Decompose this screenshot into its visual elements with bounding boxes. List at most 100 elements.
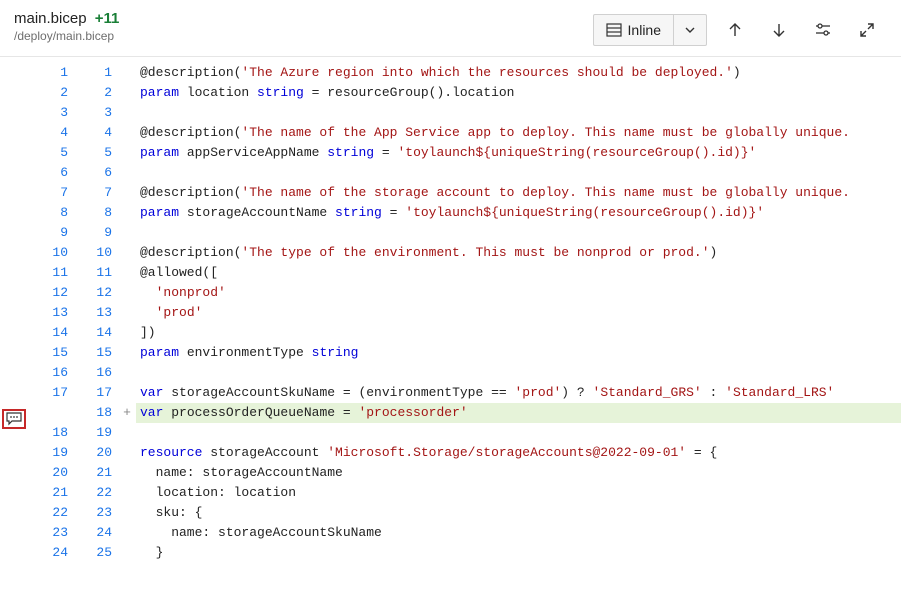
code-line[interactable]: param appServiceAppName string = 'toylau… (136, 143, 901, 163)
line-number-modified: 23 (74, 503, 112, 523)
comment-gutter-row[interactable] (0, 443, 30, 463)
comment-gutter-row[interactable] (0, 263, 30, 283)
token: string (312, 345, 359, 360)
line-number-original: 15 (30, 343, 68, 363)
change-marker (118, 463, 136, 483)
code-line[interactable]: name: storageAccountName (136, 463, 901, 483)
comment-gutter-row[interactable] (0, 203, 30, 223)
token: @description( (140, 65, 241, 80)
code-line[interactable]: 'prod' (136, 303, 901, 323)
token: 'The name of the storage account to depl… (241, 185, 850, 200)
code-line[interactable]: @description('The type of the environmen… (136, 243, 901, 263)
line-number-modified: 3 (74, 103, 112, 123)
added-count: +11 (95, 10, 120, 27)
line-number-modified: 20 (74, 443, 112, 463)
line-number-modified: 18 (74, 403, 112, 423)
token: 'processorder' (358, 405, 467, 420)
file-path: /deploy/main.bicep (14, 29, 593, 43)
line-number-original: 13 (30, 303, 68, 323)
comment-gutter-row[interactable] (0, 143, 30, 163)
code-line[interactable]: ]) (136, 323, 901, 343)
token: ) ? (561, 385, 592, 400)
comment-gutter-row[interactable] (0, 183, 30, 203)
token (140, 305, 156, 320)
code-line[interactable] (136, 423, 901, 443)
comment-gutter-row[interactable] (0, 383, 30, 403)
code-line[interactable]: resource storageAccount 'Microsoft.Stora… (136, 443, 901, 463)
code-line[interactable]: var storageAccountSkuName = (environment… (136, 383, 901, 403)
line-number-original: 1 (30, 63, 68, 83)
comment-gutter-row[interactable] (0, 123, 30, 143)
file-name: main.bicep (14, 10, 87, 27)
comment-gutter-row[interactable] (0, 223, 30, 243)
comment-gutter-row[interactable] (0, 503, 30, 523)
add-comment-button[interactable] (2, 409, 26, 429)
comment-gutter-row[interactable] (0, 323, 30, 343)
code-line[interactable] (136, 163, 901, 183)
code-line[interactable]: 'nonprod' (136, 283, 901, 303)
code-line[interactable]: location: location (136, 483, 901, 503)
line-number-original: 23 (30, 523, 68, 543)
code-line[interactable]: @description('The name of the storage ac… (136, 183, 901, 203)
token: sku: { (140, 505, 202, 520)
line-number-modified: 10 (74, 243, 112, 263)
comment-gutter-row[interactable] (0, 343, 30, 363)
line-number-original: 11 (30, 263, 68, 283)
line-number-original: 17 (30, 383, 68, 403)
comment-gutter-row[interactable] (0, 363, 30, 383)
comment-gutter-row[interactable] (0, 243, 30, 263)
view-mode-dropdown[interactable] (674, 15, 706, 45)
line-number-original: 3 (30, 103, 68, 123)
change-marker (118, 83, 136, 103)
comment-gutter-row[interactable] (0, 483, 30, 503)
token: storageAccountSkuName = (environmentType… (171, 385, 514, 400)
code-line[interactable]: var processOrderQueueName = 'processorde… (136, 403, 901, 423)
code-content[interactable]: @description('The Azure region into whic… (136, 57, 901, 587)
line-number-modified: 19 (74, 423, 112, 443)
comment-gutter-row[interactable] (0, 283, 30, 303)
prev-change-button[interactable] (719, 14, 751, 46)
token: = (382, 205, 405, 220)
code-line[interactable] (136, 223, 901, 243)
line-number-original: 12 (30, 283, 68, 303)
comment-gutter-row[interactable] (0, 63, 30, 83)
token: storageAccountName (187, 205, 335, 220)
code-line[interactable]: param environmentType string (136, 343, 901, 363)
fullscreen-button[interactable] (851, 14, 883, 46)
line-number-original: 21 (30, 483, 68, 503)
line-number-original: 7 (30, 183, 68, 203)
file-header: main.bicep +11 /deploy/main.bicep Inline (0, 0, 901, 57)
comment-gutter-row[interactable] (0, 543, 30, 563)
comment-gutter-row[interactable] (0, 523, 30, 543)
settings-button[interactable] (807, 14, 839, 46)
comment-gutter-row[interactable] (0, 303, 30, 323)
token: 'The Azure region into which the resourc… (241, 65, 732, 80)
code-line[interactable]: name: storageAccountSkuName (136, 523, 901, 543)
token: 'prod' (156, 305, 203, 320)
comment-gutter-row[interactable] (0, 163, 30, 183)
line-number-original: 5 (30, 143, 68, 163)
code-line[interactable]: param storageAccountName string = 'toyla… (136, 203, 901, 223)
comment-gutter-row[interactable] (0, 463, 30, 483)
line-number-modified: 5 (74, 143, 112, 163)
inline-view-button[interactable]: Inline (594, 15, 674, 45)
next-change-button[interactable] (763, 14, 795, 46)
code-line[interactable]: sku: { (136, 503, 901, 523)
code-line[interactable]: } (136, 543, 901, 563)
code-line[interactable] (136, 363, 901, 383)
line-number-original: 24 (30, 543, 68, 563)
token: string (335, 205, 382, 220)
token: storageAccount (210, 445, 327, 460)
change-marker (118, 343, 136, 363)
line-number-original: 6 (30, 163, 68, 183)
token: = resourceGroup().location (304, 85, 515, 100)
comment-gutter-row[interactable] (0, 103, 30, 123)
code-line[interactable]: param location string = resourceGroup().… (136, 83, 901, 103)
comment-gutter-row[interactable] (0, 83, 30, 103)
code-line[interactable]: @description('The Azure region into whic… (136, 63, 901, 83)
code-line[interactable]: @description('The name of the App Servic… (136, 123, 901, 143)
line-number-modified: 21 (74, 463, 112, 483)
code-line[interactable] (136, 103, 901, 123)
line-number-original: 22 (30, 503, 68, 523)
code-line[interactable]: @allowed([ (136, 263, 901, 283)
